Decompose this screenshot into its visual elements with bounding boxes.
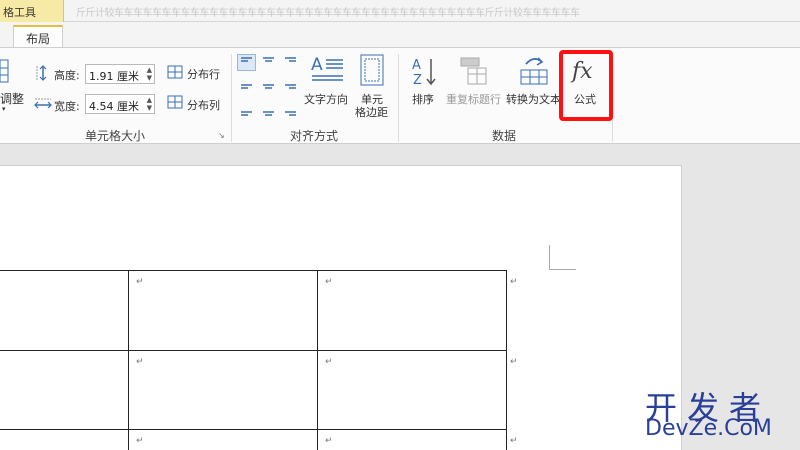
group-label-cell-size: 单元格大小 xyxy=(84,129,145,143)
cell-end-mark: ↵ xyxy=(136,277,144,287)
row-height-icon xyxy=(36,65,47,81)
ribbon-tab-row: 布局 xyxy=(0,22,800,49)
align-middle-left-button[interactable] xyxy=(237,78,256,95)
cell-end-mark: ↵ xyxy=(136,436,144,446)
margin-corner-mark-vertical xyxy=(549,245,550,270)
distribute-columns-label[interactable]: 分布列 xyxy=(187,97,220,113)
width-value: 4.54 厘米 xyxy=(89,100,139,113)
table-column-border xyxy=(506,270,507,450)
autofit-icon[interactable] xyxy=(0,58,10,88)
height-spinner-arrows[interactable]: ▲ ▼ xyxy=(147,66,152,82)
context-tab-table-tools[interactable]: 格工具 xyxy=(0,0,64,22)
convert-to-text-label[interactable]: 转换为文本 xyxy=(506,91,561,107)
repeat-header-rows-icon[interactable] xyxy=(460,57,488,85)
cell-end-mark: ↵ xyxy=(325,357,333,367)
title-bar: 格工具 斤斤计较车车车车车车车车车车车车车车车车车车车车车车车车车车车车车车车车… xyxy=(0,0,800,22)
column-width-icon xyxy=(34,98,52,109)
align-top-left-button[interactable] xyxy=(237,54,256,71)
row-end-mark: ↵ xyxy=(510,436,518,446)
align-middle-right-button[interactable] xyxy=(281,78,300,95)
text-direction-icon[interactable]: A xyxy=(310,54,346,86)
width-spinner-arrows[interactable]: ▲ ▼ xyxy=(147,96,152,112)
repeat-header-rows-label[interactable]: 重复标题行 xyxy=(446,91,501,107)
watermark-english: DevZe.CoM xyxy=(645,416,772,441)
dialog-launcher-icon[interactable]: ↘ xyxy=(218,131,225,140)
distribute-columns-icon[interactable] xyxy=(167,95,183,109)
align-bottom-center-icon xyxy=(263,111,274,116)
align-bottom-center-button[interactable] xyxy=(259,102,278,119)
width-label: 宽度: xyxy=(54,100,80,113)
table-row-border xyxy=(0,350,507,351)
group-label-alignment: 对齐方式 xyxy=(289,129,338,143)
height-value: 1.91 厘米 xyxy=(89,70,139,83)
group-label-data: 数据 xyxy=(491,129,516,143)
align-middle-center-icon xyxy=(263,84,274,89)
align-top-right-button[interactable] xyxy=(281,54,300,71)
document-title: 斤斤计较车车车车车车车车车车车车车车车车车车车车车车车车车车车车车车车车车车车车… xyxy=(76,8,580,18)
width-input[interactable]: 4.54 厘米 ▲ ▼ xyxy=(85,94,155,114)
ribbon: 调整 ▾ 高度: 1.91 厘米 ▲ ▼ 宽度: 4.54 厘米 ▲ ▼ 分布行 分… xyxy=(0,47,800,144)
align-middle-right-icon xyxy=(285,84,296,89)
formula-highlight-box xyxy=(559,50,613,121)
svg-text:Z: Z xyxy=(413,73,422,86)
margin-corner-mark-horizontal xyxy=(549,269,576,270)
cell-margins-label-line2[interactable]: 格边距 xyxy=(355,104,388,120)
text-direction-label[interactable]: 文字方向 xyxy=(304,91,348,107)
sort-icon[interactable]: A Z xyxy=(410,56,438,86)
distribute-rows-icon[interactable] xyxy=(167,65,183,79)
svg-text:A: A xyxy=(311,55,323,75)
table-column-border xyxy=(128,270,129,450)
cell-end-mark: ↵ xyxy=(136,357,144,367)
align-top-center-button[interactable] xyxy=(259,54,278,71)
sort-label[interactable]: 排序 xyxy=(412,91,434,107)
align-bottom-right-button[interactable] xyxy=(281,102,300,119)
autofit-dropdown-icon[interactable]: ▾ xyxy=(2,105,6,113)
distribute-rows-label[interactable]: 分布行 xyxy=(187,66,220,82)
align-bottom-left-button[interactable] xyxy=(237,102,256,119)
cell-end-mark: ↵ xyxy=(325,277,333,287)
document-page[interactable] xyxy=(0,165,682,450)
group-separator xyxy=(231,54,232,142)
height-input[interactable]: 1.91 厘米 ▲ ▼ xyxy=(85,64,155,84)
group-separator xyxy=(398,54,399,142)
svg-text:A: A xyxy=(412,58,421,73)
convert-to-text-icon[interactable] xyxy=(518,54,550,86)
height-label: 高度: xyxy=(54,69,80,82)
table-row-border xyxy=(0,270,507,271)
table-column-border xyxy=(317,270,318,450)
align-middle-center-button[interactable] xyxy=(259,78,278,95)
tab-layout[interactable]: 布局 xyxy=(13,25,63,49)
cell-end-mark: ↵ xyxy=(325,436,333,446)
align-top-left-icon xyxy=(241,57,252,62)
table-row-border xyxy=(0,429,507,430)
align-bottom-left-icon xyxy=(241,111,252,116)
row-end-mark: ↵ xyxy=(510,277,518,287)
cell-margins-icon[interactable] xyxy=(360,54,384,86)
align-bottom-right-icon xyxy=(285,111,296,116)
align-top-right-icon xyxy=(285,57,296,62)
row-end-mark: ↵ xyxy=(510,357,518,367)
align-top-center-icon xyxy=(263,57,274,62)
align-middle-left-icon xyxy=(241,84,252,89)
